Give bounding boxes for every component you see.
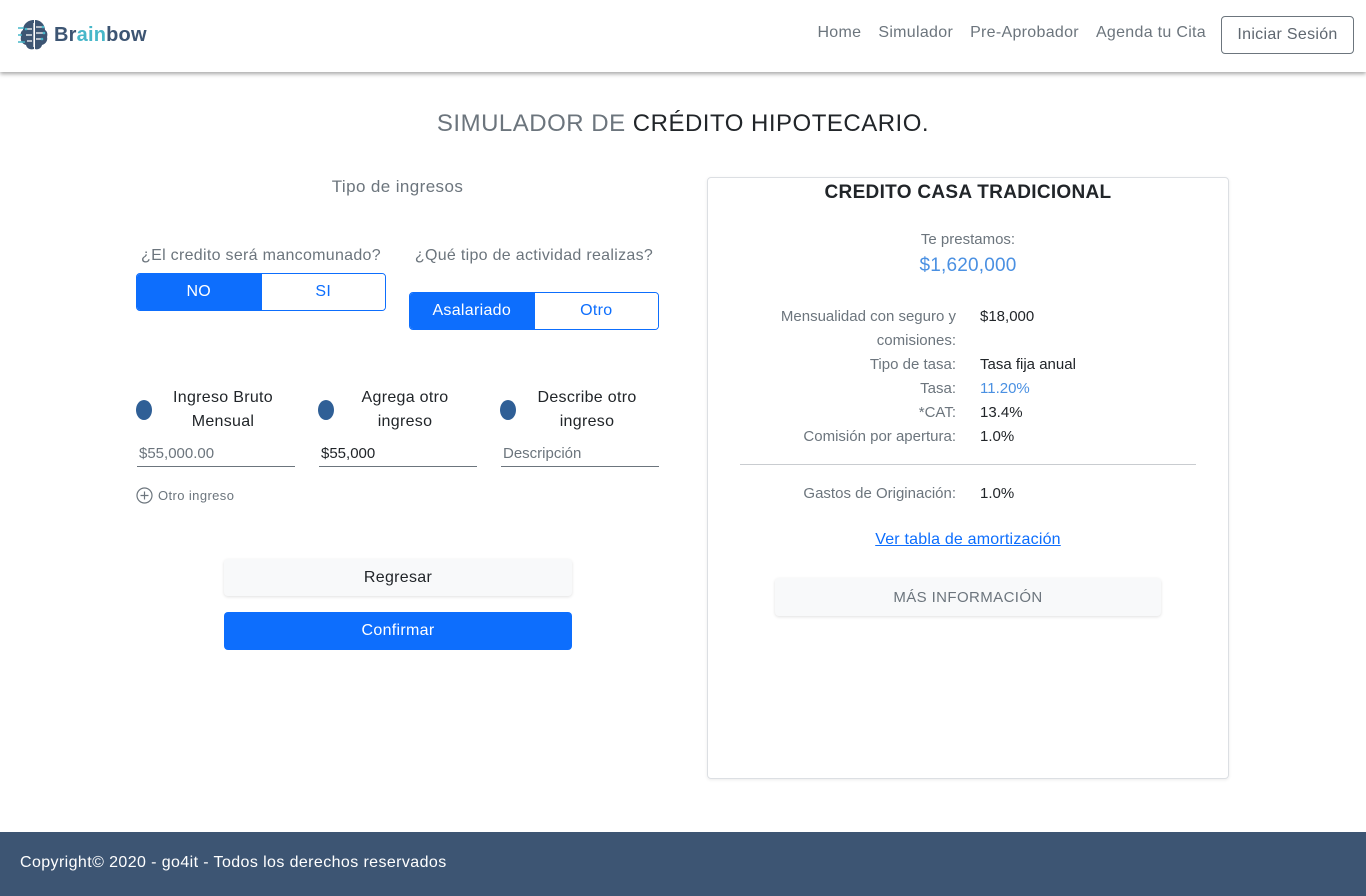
income-column-describe: Describe otro ingreso xyxy=(500,386,658,434)
radio-dot-icon[interactable] xyxy=(318,400,334,420)
income-bruto-input[interactable] xyxy=(137,441,295,467)
detail-value: 1.0% xyxy=(980,428,1015,445)
nav-link-pre-aprobador[interactable]: Pre-Aprobador xyxy=(970,24,1079,42)
detail-row: Mensualidad con seguro y comisiones: $18… xyxy=(708,305,1228,353)
mancomunado-no-option[interactable]: NO xyxy=(137,274,261,310)
detail-value: 11.20% xyxy=(980,380,1030,397)
radio-dot-icon[interactable] xyxy=(500,400,516,420)
amortization-table-link[interactable]: Ver tabla de amortización xyxy=(708,531,1228,549)
plus-circle-icon xyxy=(136,487,153,504)
income-description-input[interactable] xyxy=(501,441,659,467)
mancomunado-si-option[interactable]: SI xyxy=(260,274,385,310)
page-title-prefix: SIMULADOR DE xyxy=(436,110,633,137)
income-label-bruto: Ingreso Bruto Mensual xyxy=(173,389,273,430)
actividad-otro-option[interactable]: Otro xyxy=(533,293,658,329)
credit-summary-card: CREDITO CASA TRADICIONAL Te prestamos: $… xyxy=(707,177,1229,779)
radio-dot-icon[interactable] xyxy=(136,400,152,420)
actividad-toggle: Asalariado Otro xyxy=(409,292,659,330)
detail-value: $18,000 xyxy=(980,308,1035,325)
actividad-asalariado-option[interactable]: Asalariado xyxy=(410,293,534,329)
brand-name: Brainbow xyxy=(54,24,147,47)
more-info-button[interactable]: MÁS INFORMACIÓN xyxy=(775,578,1161,616)
divider xyxy=(740,464,1196,465)
income-label-describe: Describe otro ingreso xyxy=(537,389,637,430)
brain-circuit-icon xyxy=(18,20,48,50)
page-title-main: CRÉDITO HIPOTECARIO. xyxy=(632,110,930,137)
mancomunado-toggle: NO SI xyxy=(136,273,386,311)
detail-key: Mensualidad con seguro y comisiones: xyxy=(780,308,956,349)
loan-amount: $1,620,000 xyxy=(919,255,1017,276)
nav-link-home[interactable]: Home xyxy=(817,24,861,42)
nav-links: Home Simulador Pre-Aprobador Agenda tu C… xyxy=(800,24,1206,42)
add-income-label: Otro ingreso xyxy=(158,488,235,503)
detail-key: Comisión por apertura: xyxy=(803,428,956,445)
copyright-text: Copyright© 2020 - go4it - Todos los dere… xyxy=(20,854,447,871)
brand-name-part2: ain xyxy=(76,23,107,46)
income-column-bruto: Ingreso Bruto Mensual xyxy=(136,386,294,434)
brand-name-part3: bow xyxy=(106,23,147,46)
detail-value: 1.0% xyxy=(980,485,1015,502)
add-income-button[interactable]: Otro ingreso xyxy=(136,487,234,504)
confirm-button[interactable]: Confirmar xyxy=(224,612,572,650)
login-button[interactable]: Iniciar Sesión xyxy=(1221,16,1354,54)
brand-logo[interactable]: Brainbow xyxy=(18,17,147,53)
income-otro-input[interactable] xyxy=(319,441,477,467)
mancomunado-question: ¿El credito será mancomunado? xyxy=(141,247,381,264)
detail-key: *CAT: xyxy=(918,404,956,421)
navbar: Brainbow Home Simulador Pre-Aprobador Ag… xyxy=(0,0,1366,72)
income-type-heading: Tipo de ingresos xyxy=(331,177,464,196)
back-button[interactable]: Regresar xyxy=(224,559,572,596)
income-label-otro: Agrega otro ingreso xyxy=(361,389,449,430)
detail-key: Gastos de Originación: xyxy=(803,485,956,502)
nav-link-agenda[interactable]: Agenda tu Cita xyxy=(1096,24,1206,42)
card-title: CREDITO CASA TRADICIONAL xyxy=(824,182,1112,203)
income-column-otro: Agrega otro ingreso xyxy=(318,386,476,434)
footer: Copyright© 2020 - go4it - Todos los dere… xyxy=(0,832,1366,896)
nav-link-simulador[interactable]: Simulador xyxy=(878,24,953,42)
page-title: SIMULADOR DE CRÉDITO HIPOTECARIO. xyxy=(0,110,1366,138)
loan-label: Te prestamos: xyxy=(920,231,1016,248)
detail-value: Tasa fija anual xyxy=(980,356,1076,373)
detail-key: Tipo de tasa: xyxy=(869,356,956,373)
detail-key: Tasa: xyxy=(920,380,956,397)
brand-name-part1: Br xyxy=(54,23,77,46)
detail-value: 13.4% xyxy=(980,404,1023,421)
actividad-question: ¿Qué tipo de actividad realizas? xyxy=(414,247,654,264)
